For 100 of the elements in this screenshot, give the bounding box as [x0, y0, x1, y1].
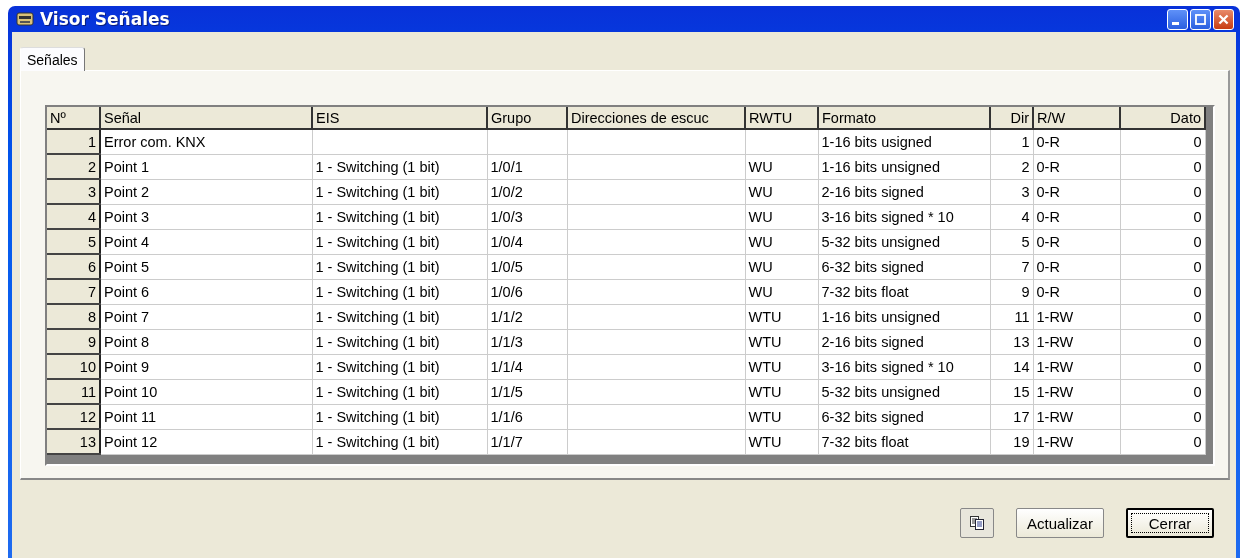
- table-cell: 0: [1120, 329, 1205, 354]
- table-cell: 1/0/4: [487, 229, 567, 254]
- column-header[interactable]: Grupo: [487, 107, 567, 129]
- table-cell: 1/1/5: [487, 379, 567, 404]
- table-cell: 1 - Switching (1 bit): [312, 279, 487, 304]
- table-cell: 1 - Switching (1 bit): [312, 404, 487, 429]
- table-cell: 1 - Switching (1 bit): [312, 429, 487, 454]
- table-cell: 2-16 bits signed: [818, 329, 990, 354]
- row-number: 8: [47, 304, 100, 329]
- tab[interactable]: Señales: [20, 47, 85, 71]
- minimize-icon: [1172, 21, 1179, 25]
- table-cell: 3-16 bits signed * 10: [818, 204, 990, 229]
- row-number: 7: [47, 279, 100, 304]
- table-cell: Point 7: [100, 304, 312, 329]
- row-number: 2: [47, 154, 100, 179]
- table-cell: Point 1: [100, 154, 312, 179]
- table-cell: Point 6: [100, 279, 312, 304]
- table-cell: 0: [1120, 354, 1205, 379]
- table-cell: 0: [1120, 429, 1205, 454]
- table-cell: Point 4: [100, 229, 312, 254]
- row-number: 11: [47, 379, 100, 404]
- table-cell: 0-R: [1033, 229, 1120, 254]
- table-cell: Point 10: [100, 379, 312, 404]
- column-header[interactable]: Formato: [818, 107, 990, 129]
- table-cell: 6-32 bits signed: [818, 254, 990, 279]
- table-cell: 0: [1120, 154, 1205, 179]
- table-cell: 1/1/3: [487, 329, 567, 354]
- table-cell: 5-32 bits unsigned: [818, 379, 990, 404]
- table-cell: Point 8: [100, 329, 312, 354]
- table-cell: 1/1/4: [487, 354, 567, 379]
- table-cell: Point 12: [100, 429, 312, 454]
- column-header[interactable]: Dato: [1120, 107, 1205, 129]
- column-header[interactable]: Direcciones de escuc: [567, 107, 745, 129]
- table-cell: 0-R: [1033, 254, 1120, 279]
- table-cell: 1 - Switching (1 bit): [312, 379, 487, 404]
- table-cell: 1/1/6: [487, 404, 567, 429]
- table-cell: 1/0/2: [487, 179, 567, 204]
- table-cell: Point 9: [100, 354, 312, 379]
- table-cell: 0-R: [1033, 279, 1120, 304]
- column-header[interactable]: RWTU: [745, 107, 818, 129]
- close-button[interactable]: [1213, 8, 1234, 30]
- button[interactable]: Cerrar: [1126, 508, 1214, 538]
- table-cell: 1/0/1: [487, 154, 567, 179]
- row-number: 4: [47, 204, 100, 229]
- minimize-button[interactable]: [1167, 8, 1188, 30]
- maximize-button[interactable]: [1190, 8, 1211, 30]
- table-cell: 1/0/6: [487, 279, 567, 304]
- table-cell: 6-32 bits signed: [818, 404, 990, 429]
- window-title: Visor Señales: [40, 9, 171, 29]
- table-cell: 0-R: [1033, 129, 1120, 154]
- table-cell: 1-RW: [1033, 429, 1120, 454]
- table-cell: 0: [1120, 229, 1205, 254]
- table-cell: 1 - Switching (1 bit): [312, 229, 487, 254]
- table-cell: 3-16 bits signed * 10: [818, 354, 990, 379]
- table-cell: Point 11: [100, 404, 312, 429]
- table-cell: 1-RW: [1033, 404, 1120, 429]
- table-cell: 1-RW: [1033, 329, 1120, 354]
- table-cell: 1 - Switching (1 bit): [312, 179, 487, 204]
- table-cell: 2-16 bits signed: [818, 179, 990, 204]
- table-cell: 0: [1120, 204, 1205, 229]
- table-cell: Error com. KNX: [100, 129, 312, 154]
- table-cell: 0-R: [1033, 154, 1120, 179]
- table-cell: 7-32 bits float: [818, 429, 990, 454]
- table-cell: 0: [1120, 254, 1205, 279]
- table-cell: 1/1/7: [487, 429, 567, 454]
- table-cell: 0: [1120, 379, 1205, 404]
- button[interactable]: Actualizar: [1016, 508, 1104, 538]
- column-header[interactable]: Señal: [100, 107, 312, 129]
- row-number: 10: [47, 354, 100, 379]
- table-cell: 1-RW: [1033, 354, 1120, 379]
- table-cell: Point 2: [100, 179, 312, 204]
- column-header[interactable]: Nº: [47, 107, 100, 129]
- table-cell: 1-RW: [1033, 379, 1120, 404]
- table-cell: 1/1/2: [487, 304, 567, 329]
- table-cell: Point 5: [100, 254, 312, 279]
- column-header[interactable]: R/W: [1033, 107, 1120, 129]
- table-cell: 0: [1120, 279, 1205, 304]
- table-cell: 7-32 bits float: [818, 279, 990, 304]
- row-number: 5: [47, 229, 100, 254]
- table-cell: 1 - Switching (1 bit): [312, 154, 487, 179]
- table-cell: 1/0/3: [487, 204, 567, 229]
- row-number: 1: [47, 129, 100, 154]
- table-cell: 1/0/5: [487, 254, 567, 279]
- row-number: 3: [47, 179, 100, 204]
- row-number: 9: [47, 329, 100, 354]
- row-number: 12: [47, 404, 100, 429]
- column-header[interactable]: EIS: [312, 107, 487, 129]
- table-cell: 1 - Switching (1 bit): [312, 304, 487, 329]
- table-cell: 0: [1120, 129, 1205, 154]
- table-cell: 1 - Switching (1 bit): [312, 254, 487, 279]
- table-cell: 0: [1120, 179, 1205, 204]
- table-cell: Point 3: [100, 204, 312, 229]
- table-cell: 0-R: [1033, 204, 1120, 229]
- table-cell: 1-RW: [1033, 304, 1120, 329]
- table-cell: 1 - Switching (1 bit): [312, 329, 487, 354]
- app-icon: [16, 11, 34, 27]
- column-header[interactable]: Dir: [990, 107, 1033, 129]
- table-cell: 1-16 bits unsigned: [818, 154, 990, 179]
- copy-button[interactable]: [960, 508, 994, 538]
- row-number: 6: [47, 254, 100, 279]
